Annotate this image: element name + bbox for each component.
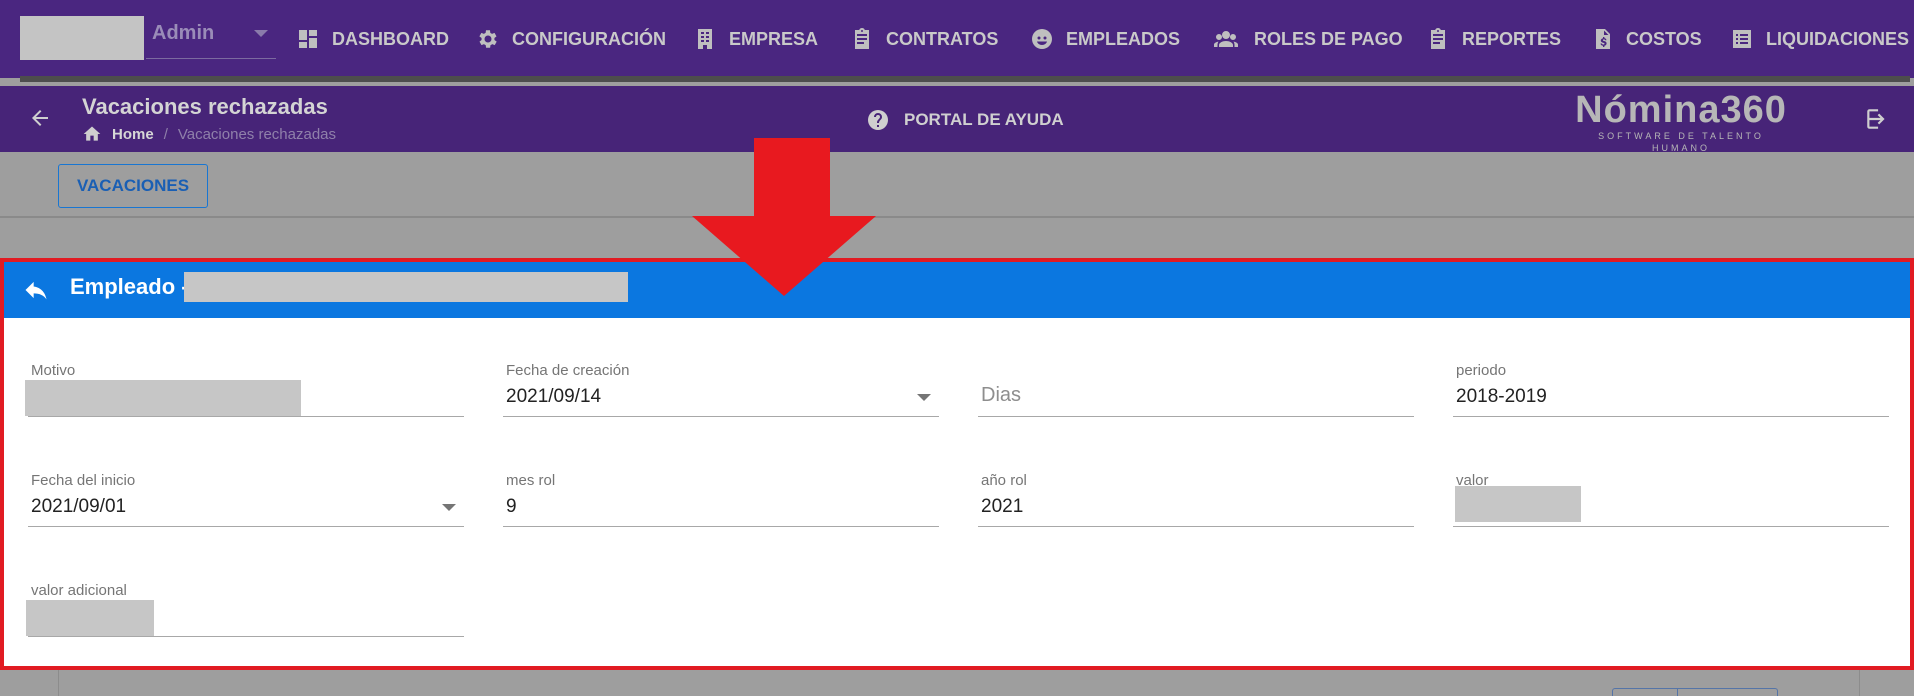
dias-underline <box>978 416 1414 417</box>
mes-rol-label: mes rol <box>506 472 556 489</box>
motivo-underline <box>28 416 464 417</box>
fecha-inicio-label: Fecha del inicio <box>31 472 136 489</box>
periodo-value: 2018-2019 <box>1456 386 1547 407</box>
motivo-label: Motivo <box>31 362 76 379</box>
face-icon <box>1032 29 1052 49</box>
nav-empresa[interactable]: EMPRESA <box>693 24 818 54</box>
anio-rol-underline <box>978 526 1414 527</box>
user-select-underline <box>146 58 276 59</box>
valor-adicional-field[interactable]: valor adicional <box>26 582 464 638</box>
breadcrumb: Home / Vacaciones rechazadas <box>82 124 336 144</box>
user-avatar-redacted[interactable] <box>20 16 144 60</box>
nav-reportes[interactable]: REPORTES <box>1426 24 1561 54</box>
logout-button[interactable] <box>1864 106 1890 132</box>
back-button[interactable] <box>28 106 52 130</box>
nav-empleados[interactable]: EMPLEADOS <box>1030 24 1180 54</box>
nav-roles-de-pago[interactable]: ROLES DE PAGO <box>1210 24 1403 54</box>
nav-liquidaciones[interactable]: LIQUIDACIONES <box>1730 24 1909 54</box>
arrow-left-icon <box>32 110 48 126</box>
home-icon[interactable] <box>82 124 102 144</box>
motivo-redacted <box>25 380 301 416</box>
nav-reportes-label: REPORTES <box>1462 28 1562 49</box>
fecha-inicio-underline <box>28 526 464 527</box>
user-name[interactable]: Admin <box>152 22 214 45</box>
anio-rol-label: año rol <box>981 472 1027 489</box>
fecha-creacion-value: 2021/09/14 <box>506 386 602 407</box>
valor-adicional-label: valor adicional <box>31 582 127 599</box>
dialog-back-button[interactable] <box>22 276 50 304</box>
gear-icon <box>479 30 497 48</box>
nomina360-logo: Nómina360 SOFTWARE DE TALENTO HUMANO <box>1568 89 1794 153</box>
nav-empresa-label: EMPRESA <box>729 28 819 49</box>
fecha-inicio-field[interactable]: Fecha del inicio 2021/09/01 <box>28 472 464 528</box>
motivo-field[interactable]: Motivo <box>25 362 464 418</box>
vacaciones-button[interactable]: VACACIONES <box>58 164 208 208</box>
anio-rol-value: 2021 <box>981 496 1024 517</box>
help-icon <box>868 110 888 130</box>
anio-rol-field[interactable]: año rol 2021 <box>978 472 1414 528</box>
fecha-creacion-label: Fecha de creación <box>506 362 630 379</box>
chevron-down-icon[interactable] <box>917 394 931 401</box>
valor-underline <box>1453 526 1889 527</box>
nav-empleados-label: EMPLEADOS <box>1066 28 1181 49</box>
nav-costos[interactable]: COSTOS <box>1590 24 1702 54</box>
fecha-creacion-field[interactable]: Fecha de creación 2021/09/14 <box>503 362 939 418</box>
breadcrumb-current: Vacaciones rechazadas <box>177 125 337 143</box>
page-toolbar <box>0 152 1914 218</box>
dias-field[interactable]: Dias <box>978 362 1414 418</box>
nav-dashboard[interactable]: DASHBOARD <box>296 24 449 54</box>
nav-contratos[interactable]: CONTRATOS <box>850 24 998 54</box>
mes-rol-field[interactable]: mes rol 9 <box>503 472 939 528</box>
logo-main-text: Nómina360 <box>1575 89 1787 131</box>
money-file-icon <box>1596 29 1610 49</box>
dialog-title: Empleado - <box>70 274 189 299</box>
logo-sub-text: SOFTWARE DE TALENTO HUMANO <box>1598 131 1764 153</box>
red-arrow-annotation <box>692 138 876 296</box>
mes-rol-value: 9 <box>506 496 517 517</box>
valor-redacted <box>1455 486 1581 522</box>
clipboard-icon <box>1431 28 1445 49</box>
valor-field[interactable]: valor <box>1453 472 1889 528</box>
nav-liquidaciones-label: LIQUIDACIONES <box>1766 28 1910 49</box>
fecha-creacion-underline <box>503 416 939 417</box>
list-icon <box>1733 30 1751 48</box>
building-icon <box>698 29 712 49</box>
nav-dashboard-label: DASHBOARD <box>332 28 449 49</box>
help-portal-link[interactable]: PORTAL DE AYUDA <box>866 108 1064 132</box>
page-title: Vacaciones rechazadas <box>82 94 328 119</box>
valor-adicional-redacted <box>26 600 154 636</box>
mes-rol-underline <box>503 526 939 527</box>
help-portal-label: PORTAL DE AYUDA <box>904 110 1064 129</box>
nav-underline <box>20 76 1910 82</box>
nav-configuracion[interactable]: CONFIGURACIÓN <box>476 24 666 54</box>
nav-costos-label: COSTOS <box>1626 28 1702 49</box>
nav-configuracion-label: CONFIGURACIÓN <box>512 28 666 49</box>
valor-adicional-underline <box>28 636 464 637</box>
reply-icon <box>25 281 47 300</box>
logout-icon <box>1867 109 1885 129</box>
chevron-down-icon[interactable] <box>442 504 456 511</box>
employee-name-redacted <box>184 272 628 302</box>
breadcrumb-separator: / <box>163 125 168 143</box>
breadcrumb-home[interactable]: Home <box>112 126 154 143</box>
periodo-label: periodo <box>1456 362 1507 379</box>
dashboard-icon <box>299 30 317 48</box>
nav-contratos-label: CONTRATOS <box>886 28 999 49</box>
dias-placeholder: Dias <box>981 384 1022 406</box>
people-icon <box>1214 31 1238 47</box>
nav-roles-de-pago-label: ROLES DE PAGO <box>1254 28 1403 49</box>
fecha-inicio-value: 2021/09/01 <box>31 496 127 517</box>
clipboard-icon <box>855 28 869 49</box>
chevron-down-icon[interactable] <box>254 30 268 37</box>
periodo-underline <box>1453 416 1889 417</box>
periodo-field[interactable]: periodo 2018-2019 <box>1453 362 1889 418</box>
background-button-group <box>1612 688 1778 696</box>
